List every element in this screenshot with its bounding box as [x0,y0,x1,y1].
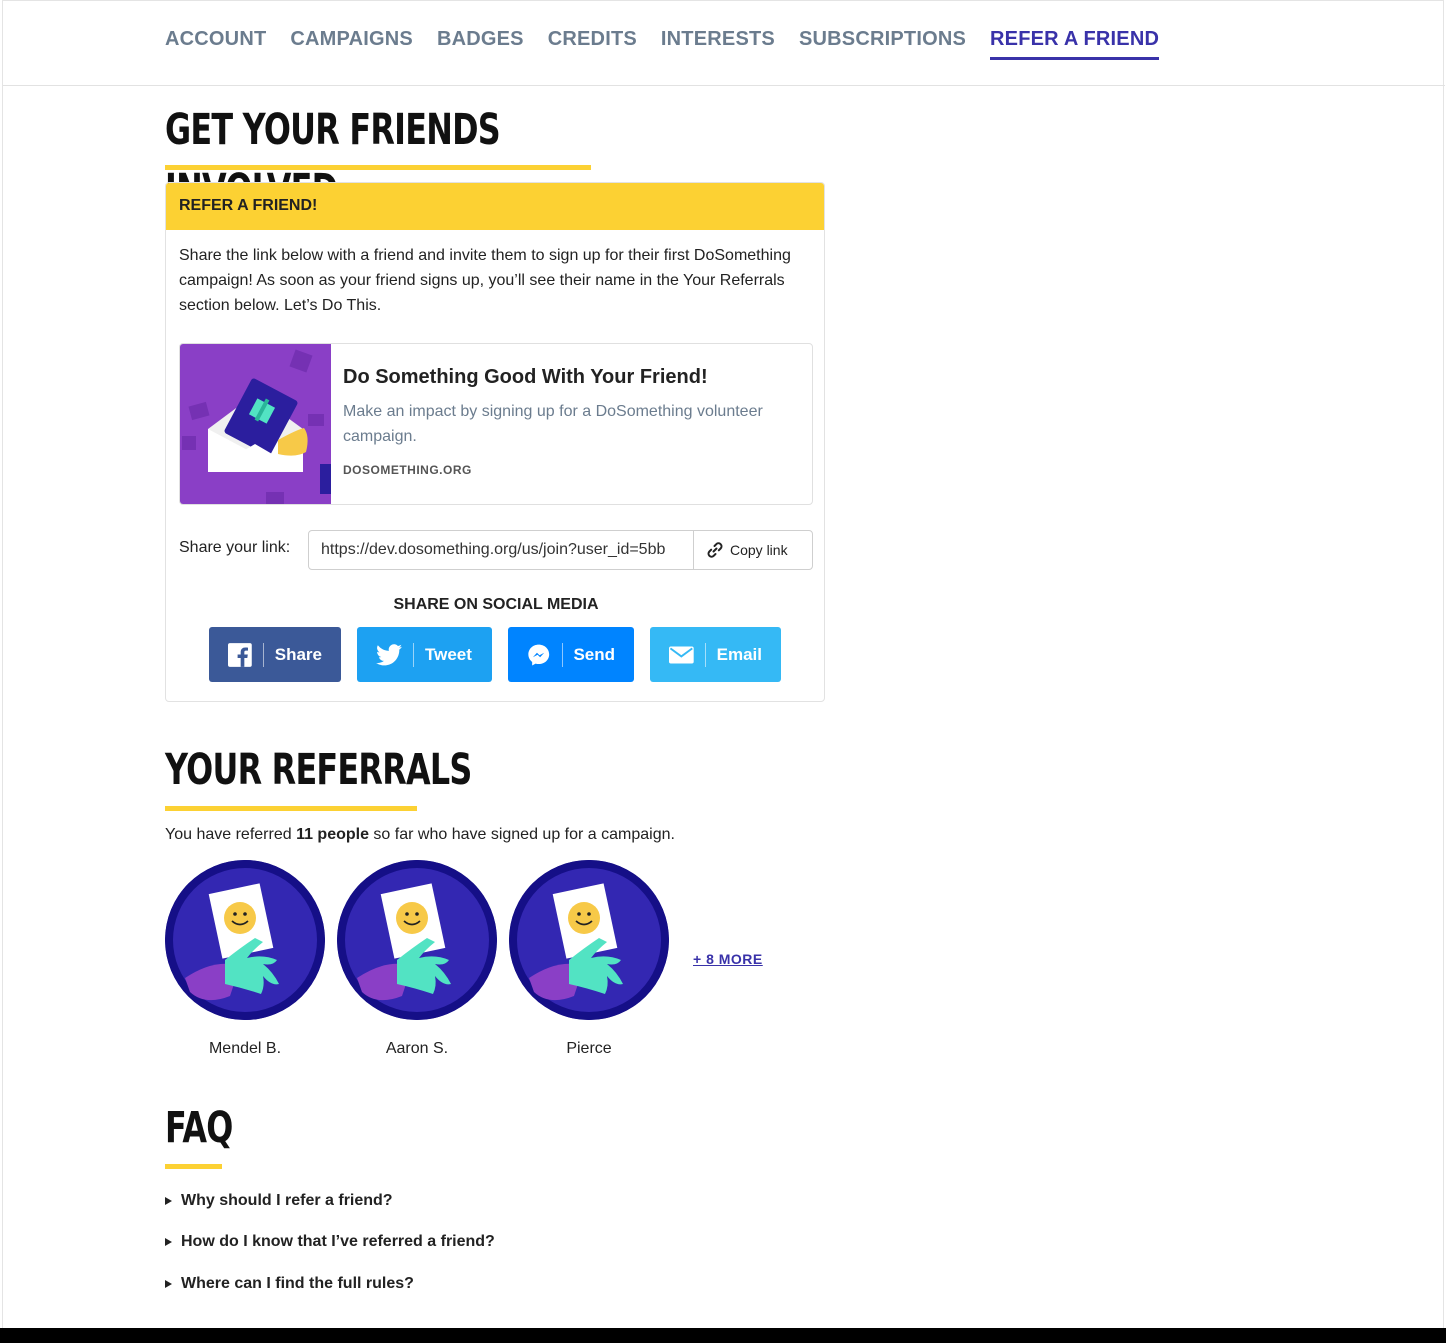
preview-description: Make an impact by signing up for a DoSom… [343,403,763,445]
faq-item[interactable]: Why should I refer a friend? [165,1180,495,1222]
referrals-summary-prefix: You have referred [165,826,297,843]
referrals-summary-suffix: so far who have signed up for a campaign… [368,826,675,843]
envelope-icon [669,645,694,664]
separator [413,642,414,667]
twitter-tweet-label: Tweet [425,644,472,664]
faq-question: How do I know that I’ve referred a frien… [181,1233,495,1251]
preview-title: Do Something Good With Your Friend! [343,366,708,388]
faq-heading: FAQ [165,1103,233,1153]
twitter-icon [376,643,402,665]
share-preview[interactable]: Do Something Good With Your Friend! Make… [179,343,813,505]
faq-heading-wrap: FAQ [165,1098,256,1169]
faq-question: Why should I refer a friend? [181,1191,393,1209]
referrals-heading-wrap: YOUR REFERRALS [165,740,579,811]
referrals-heading: YOUR REFERRALS [165,745,472,795]
referral-item: Mendel B. [165,860,325,1058]
tab-subscriptions[interactable]: SUBSCRIPTIONS [799,28,966,60]
envelope-illustration [180,344,331,504]
messenger-send-button[interactable]: Send [508,627,634,682]
link-icon [707,542,723,558]
disclosure-triangle-icon [165,1238,172,1247]
separator [262,642,264,667]
copy-link-button[interactable]: Copy link [693,530,813,570]
facebook-icon [228,642,252,667]
referral-badge-icon [509,860,669,1020]
referrals-underline [165,806,417,811]
twitter-tweet-button[interactable]: Tweet [357,627,492,682]
faq-list: Why should I refer a friend? How do I kn… [165,1180,495,1305]
referral-name: Aaron S. [385,1040,449,1057]
refer-card-header: REFER A FRIEND! [166,183,824,230]
faq-item[interactable]: How do I know that I’ve referred a frien… [165,1222,495,1264]
separator [561,642,563,667]
footer-bar [0,1328,1446,1343]
disclosure-triangle-icon [165,1279,172,1288]
messenger-send-label: Send [573,644,615,664]
tab-account[interactable]: ACCOUNT [165,28,266,60]
referrals-summary: You have referred 11 people so far who h… [165,826,675,844]
referral-badge-icon [337,860,497,1020]
facebook-share-label: Share [274,644,322,664]
messenger-icon [528,644,550,665]
profile-nav: ACCOUNT CAMPAIGNS BADGES CREDITS INTERES… [3,1,1445,86]
facebook-share-button[interactable]: Share [209,627,341,682]
involved-section: GET YOUR FRIENDS INVOLVED [165,100,825,215]
social-buttons: Share Tweet Send Email [209,627,781,682]
referral-badge-icon [165,860,325,1020]
tab-badges[interactable]: BADGES [437,28,524,60]
referral-item: Aaron S. [337,860,497,1058]
tab-credits[interactable]: CREDITS [548,28,637,60]
referrals-count: 11 people [296,826,369,843]
refer-card: REFER A FRIEND! Share the link below wit… [165,182,825,702]
faq-question: Where can I find the full rules? [181,1274,414,1292]
faq-underline [165,1164,222,1169]
share-link-value: https://dev.dosomething.org/us/join?user… [321,541,666,558]
share-link-field[interactable]: https://dev.dosomething.org/us/join?user… [308,530,694,570]
social-share-title: SHARE ON SOCIAL MEDIA [393,596,599,613]
referral-name: Mendel B. [208,1040,282,1057]
refer-card-body: Share the link below with a friend and i… [179,247,791,314]
disclosure-triangle-icon [165,1196,172,1205]
more-referrals-link[interactable]: + 8 MORE [693,951,763,967]
preview-domain: DOSOMETHING.ORG [343,463,472,477]
copy-link-label: Copy link [730,542,788,558]
title-underline [165,165,591,170]
tab-refer-a-friend[interactable]: REFER A FRIEND [990,28,1160,60]
faq-item[interactable]: Where can I find the full rules? [165,1263,495,1305]
email-share-label: Email [716,644,762,664]
share-link-label: Share your link: [179,539,291,556]
email-share-button[interactable]: Email [650,627,781,682]
referral-item: Pierce [509,860,669,1058]
tab-interests[interactable]: INTERESTS [661,28,775,60]
tab-campaigns[interactable]: CAMPAIGNS [290,28,413,60]
separator [704,642,706,667]
referral-avatars: Mendel B. Aaron S. Pierce [165,860,669,1058]
referral-name: Pierce [566,1040,612,1057]
profile-tabs: ACCOUNT CAMPAIGNS BADGES CREDITS INTERES… [165,28,1160,60]
